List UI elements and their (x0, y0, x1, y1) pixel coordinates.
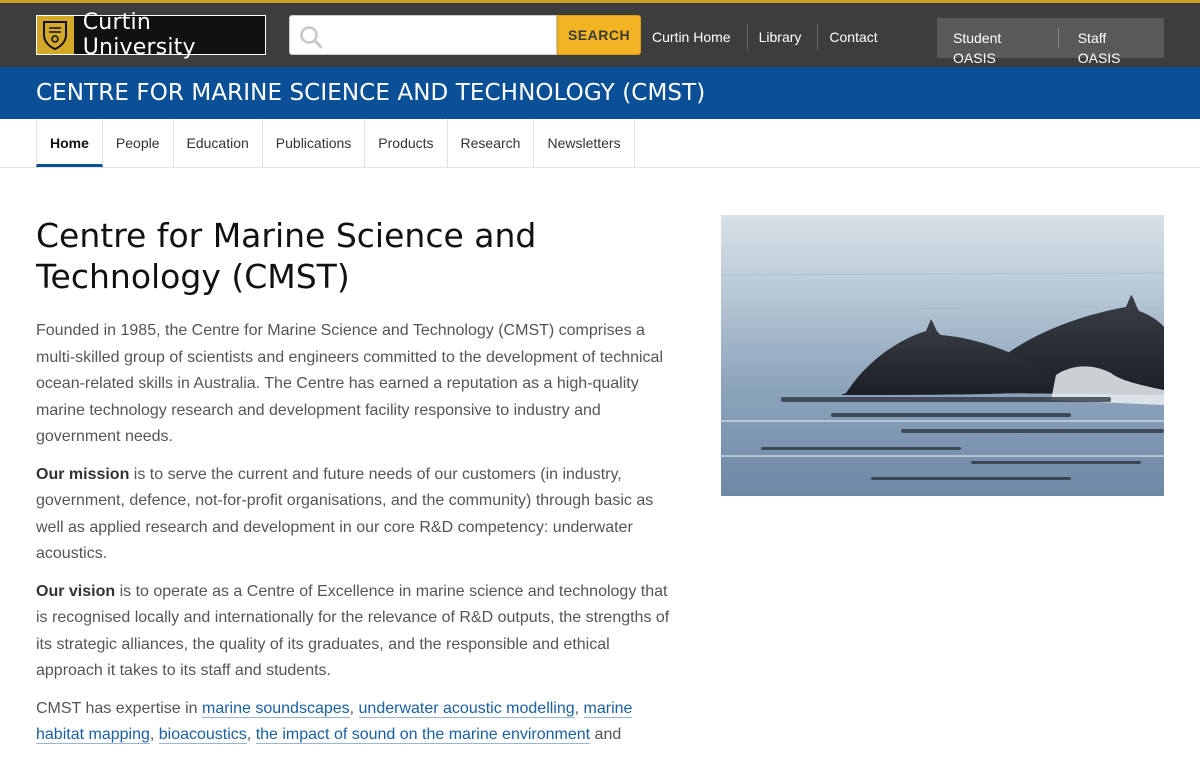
expertise-paragraph: CMST has expertise in marine soundscapes… (36, 699, 633, 744)
search-button[interactable]: SEARCH (557, 15, 641, 55)
top-bar: Curtin University SEARCH Curtin Home Lib… (0, 0, 1200, 67)
mission-paragraph: Our mission is to serve the current and … (36, 462, 678, 568)
main-nav: Home People Education Publications Produ… (0, 119, 1200, 168)
link-underwater-acoustic-modelling[interactable]: underwater acoustic modelling (358, 699, 575, 718)
site-title[interactable]: CENTRE FOR MARINE SCIENCE AND TECHNOLOGY… (0, 67, 1200, 119)
mission-text: is to serve the current and future needs… (36, 465, 654, 563)
curtin-home-link[interactable]: Curtin Home (641, 24, 748, 51)
mission-label: Our mission (36, 465, 130, 483)
logo-text: Curtin University (82, 10, 196, 60)
whale-hero-image (721, 215, 1164, 496)
vision-text: is to operate as a Centre of Excellence … (36, 582, 670, 680)
oasis-links: Student OASIS Staff OASIS (937, 18, 1164, 66)
intro-paragraph: Founded in 1985, the Centre for Marine S… (36, 322, 663, 445)
tab-home[interactable]: Home (36, 119, 103, 167)
student-oasis-link[interactable]: Student OASIS (937, 28, 1058, 66)
tab-newsletters[interactable]: Newsletters (534, 119, 635, 167)
main-content: Centre for Marine Science and Technology… (36, 215, 678, 760)
curtin-logo[interactable]: Curtin University (36, 10, 266, 60)
expertise-suffix: and (590, 726, 622, 743)
tab-publications[interactable]: Publications (263, 119, 366, 167)
search-input[interactable] (290, 16, 556, 54)
staff-oasis-link[interactable]: Staff OASIS (1057, 28, 1164, 66)
tab-products[interactable]: Products (365, 119, 448, 167)
search-icon (300, 26, 323, 49)
search-box (289, 15, 557, 55)
expertise-prefix: CMST has expertise in (36, 699, 202, 717)
link-marine-soundscapes[interactable]: marine soundscapes (202, 699, 350, 718)
vision-label: Our vision (36, 582, 116, 600)
vision-paragraph: Our vision is to operate as a Centre of … (36, 579, 678, 685)
library-link[interactable]: Library (748, 24, 819, 51)
site-title-bar: CENTRE FOR MARINE SCIENCE AND TECHNOLOGY… (0, 67, 1200, 119)
search-form: SEARCH (289, 15, 641, 55)
link-impact-of-sound[interactable]: the impact of sound on the marine enviro… (255, 726, 591, 744)
tab-people[interactable]: People (103, 119, 174, 167)
utility-links: Curtin Home Library Contact (641, 24, 894, 51)
link-bioacoustics[interactable]: bioacoustics (158, 726, 247, 744)
tab-education[interactable]: Education (174, 119, 263, 167)
page-title: Centre for Marine Science and Technology… (36, 216, 537, 296)
contact-link[interactable]: Contact (818, 24, 893, 51)
tab-research[interactable]: Research (448, 119, 535, 167)
shield-icon (37, 16, 74, 54)
